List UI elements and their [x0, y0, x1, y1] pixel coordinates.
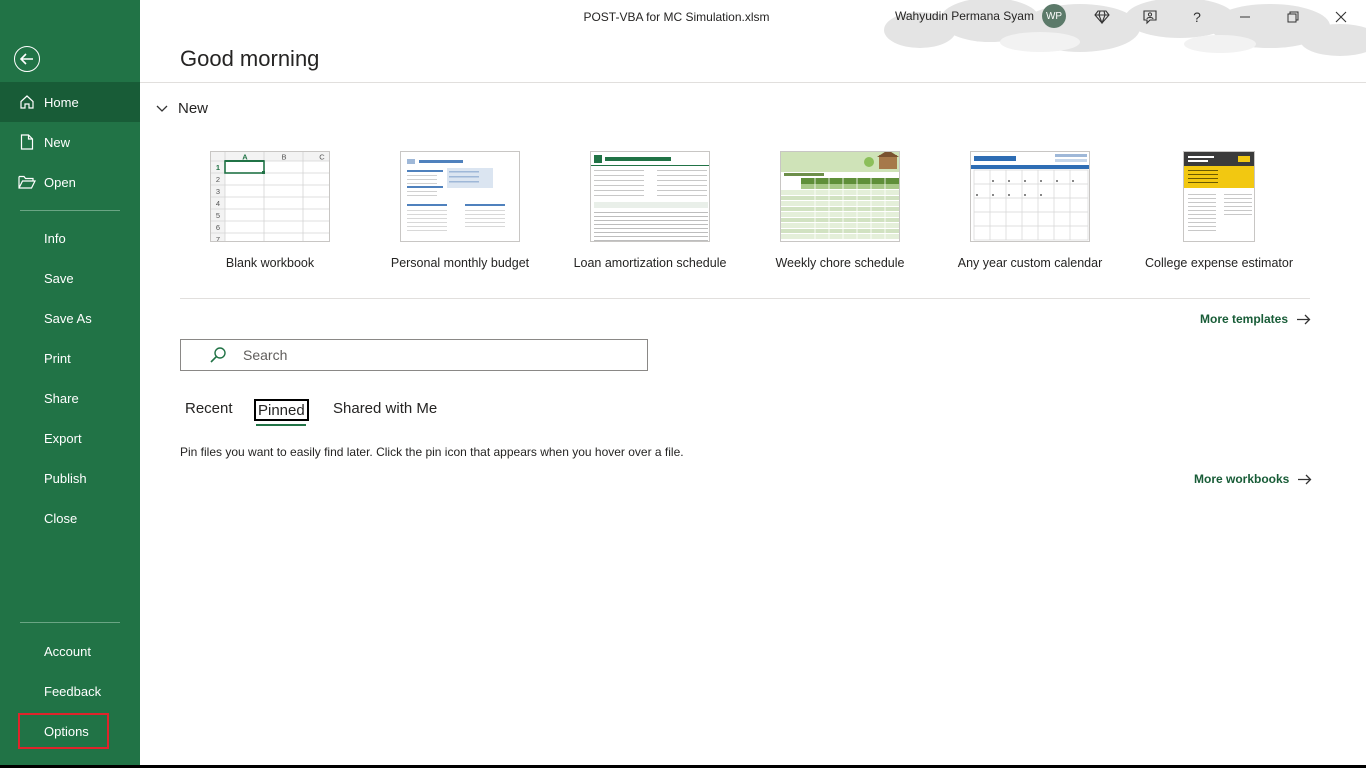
sidebar-item-share[interactable]: Share — [0, 378, 140, 418]
chevron-down-icon — [156, 105, 168, 112]
template-thumbnail — [400, 151, 520, 242]
template-name: College expense estimator — [1145, 256, 1293, 270]
tab-pinned[interactable]: Pinned — [254, 399, 309, 421]
template-name: Loan amortization schedule — [573, 256, 727, 270]
row-header: 1 — [216, 163, 220, 172]
arrow-right-icon — [1298, 474, 1312, 484]
minimize-icon[interactable] — [1234, 6, 1256, 28]
user-name[interactable]: Wahyudin Permana Syam — [895, 9, 1034, 23]
template-weekly-chore-schedule[interactable]: Weekly chore schedule — [745, 151, 935, 270]
search-box[interactable] — [180, 339, 648, 371]
row-header: 5 — [216, 211, 220, 220]
arrow-left-icon — [20, 53, 33, 65]
sidebar-item-label: Save As — [44, 310, 92, 326]
sidebar-item-label: Print — [44, 350, 71, 366]
sidebar-item-label: Feedback — [44, 683, 102, 699]
tab-recent[interactable]: Recent — [185, 399, 233, 421]
close-icon[interactable] — [1330, 6, 1352, 28]
row-header: 2 — [216, 175, 220, 184]
arrow-right-icon — [1297, 314, 1311, 324]
tab-shared-with-me[interactable]: Shared with Me — [333, 399, 437, 421]
column-header: C — [319, 153, 325, 162]
template-any-year-custom-calendar[interactable]: Any year custom calendar — [935, 151, 1125, 270]
folder-open-icon — [18, 173, 36, 191]
template-thumbnail — [970, 151, 1090, 242]
expense-estimator-preview-icon — [1184, 152, 1254, 231]
sidebar-divider — [20, 210, 120, 211]
more-templates-link[interactable]: More templates — [1200, 312, 1311, 326]
template-personal-monthly-budget[interactable]: Personal monthly budget — [365, 151, 555, 270]
search-input[interactable] — [243, 347, 623, 363]
sidebar-item-save[interactable]: Save — [0, 258, 140, 298]
template-thumbnail — [1183, 151, 1255, 242]
sidebar-item-info[interactable]: Info — [0, 218, 140, 258]
template-college-expense-estimator[interactable]: College expense estimator — [1124, 151, 1314, 270]
sidebar-item-label: New — [44, 134, 71, 150]
section-heading: New — [178, 100, 209, 117]
sidebar-item-open[interactable]: Open — [0, 162, 140, 202]
budget-preview-icon — [407, 159, 505, 231]
sidebar-item-print[interactable]: Print — [0, 338, 140, 378]
row-header: 6 — [216, 223, 220, 232]
selected-tab-indicator — [256, 424, 306, 426]
template-name: Personal monthly budget — [390, 256, 530, 270]
sidebar-item-label: Home — [44, 94, 79, 110]
template-thumbnail — [590, 151, 710, 242]
title-bar: POST-VBA for MC Simulation.xlsm Wahyudin… — [140, 0, 1366, 56]
coauthor-icon[interactable] — [1139, 6, 1161, 28]
more-workbooks-link[interactable]: More workbooks — [1194, 472, 1312, 486]
sidebar-item-home[interactable]: Home — [0, 82, 140, 122]
new-document-icon — [18, 133, 36, 151]
sidebar-item-label: Publish — [44, 470, 87, 486]
template-name: Blank workbook — [225, 256, 315, 270]
more-workbooks-label: More workbooks — [1194, 472, 1290, 486]
sidebar-item-close[interactable]: Close — [0, 498, 140, 538]
template-blank-workbook[interactable]: A B C 1 2 3 4 5 6 7 Blank workbook — [175, 151, 365, 270]
sidebar-item-label: Open — [44, 174, 76, 190]
sidebar-item-label: Save — [44, 270, 74, 286]
chore-schedule-preview-icon — [781, 152, 899, 241]
column-header: B — [281, 153, 286, 162]
sidebar-item-label: Account — [44, 643, 91, 659]
row-header: 4 — [216, 199, 220, 208]
templates-divider — [180, 298, 1310, 299]
template-name: Weekly chore schedule — [775, 256, 905, 270]
row-header: 3 — [216, 187, 220, 196]
new-section-toggle[interactable]: New — [156, 100, 208, 117]
sidebar-item-label: Export — [44, 430, 82, 446]
more-templates-label: More templates — [1200, 312, 1289, 326]
sidebar-item-export[interactable]: Export — [0, 418, 140, 458]
template-loan-amortization-schedule[interactable]: Loan amortization schedule — [555, 151, 745, 270]
restore-icon[interactable] — [1282, 6, 1304, 28]
page-title: Good morning — [180, 46, 320, 71]
sidebar-item-account[interactable]: Account — [0, 631, 140, 671]
sidebar-item-publish[interactable]: Publish — [0, 458, 140, 498]
options-highlight-box — [18, 713, 109, 749]
help-icon[interactable]: ? — [1186, 6, 1208, 28]
sidebar-item-label: Close — [44, 510, 78, 526]
calendar-preview-icon — [971, 154, 1089, 241]
pinned-empty-hint: Pin files you want to easily find later.… — [180, 445, 684, 459]
header-divider — [140, 82, 1366, 83]
search-icon — [210, 347, 226, 363]
sidebar-divider — [20, 622, 120, 623]
diamond-icon[interactable] — [1091, 6, 1113, 28]
sidebar-item-label: Info — [44, 230, 66, 246]
column-header: A — [242, 153, 248, 162]
loan-schedule-preview-icon — [591, 155, 709, 241]
backstage-sidebar: Home New Open Info Save Save As Print Sh… — [0, 0, 140, 768]
sidebar-item-save-as[interactable]: Save As — [0, 298, 140, 338]
row-header: 7 — [216, 235, 220, 242]
template-thumbnail: A B C 1 2 3 4 5 6 7 — [210, 151, 330, 242]
template-name: Any year custom calendar — [957, 256, 1103, 270]
avatar[interactable]: WP — [1042, 4, 1066, 28]
back-button[interactable] — [14, 46, 40, 72]
sidebar-item-new[interactable]: New — [0, 122, 140, 162]
sidebar-item-feedback[interactable]: Feedback — [0, 671, 140, 711]
template-thumbnail — [780, 151, 900, 242]
spreadsheet-grid-icon: A B C 1 2 3 4 5 6 7 — [211, 152, 329, 242]
sidebar-item-label: Share — [44, 390, 79, 406]
home-icon — [18, 93, 36, 111]
